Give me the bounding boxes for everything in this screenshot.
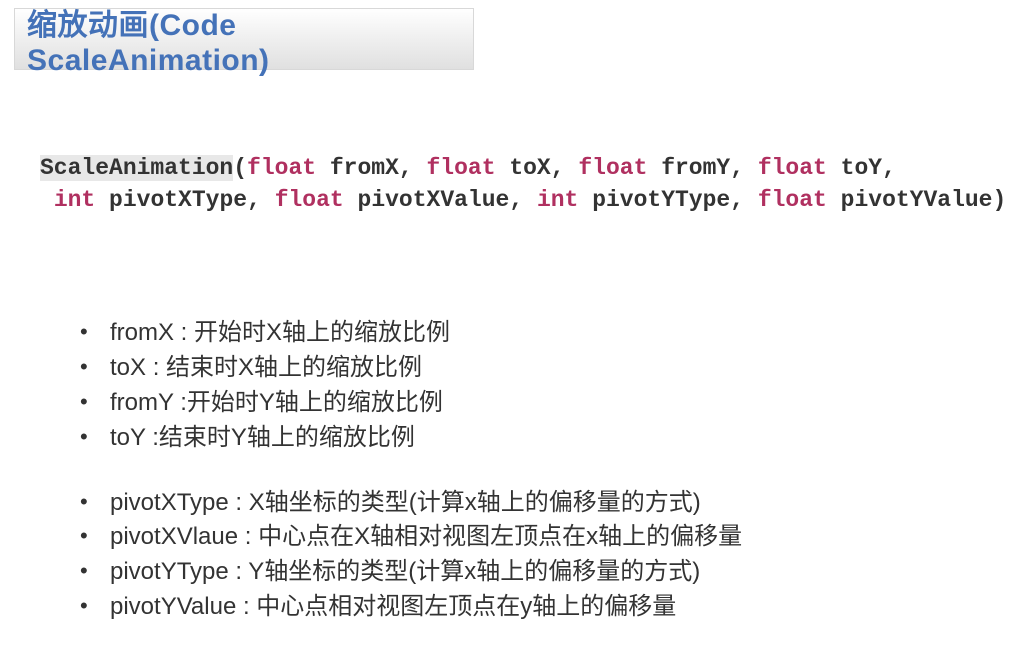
list-item: toY :结束时Y轴上的缩放比例 — [80, 421, 1022, 456]
list-item: pivotXType : X轴坐标的类型(计算x轴上的偏移量的方式) — [80, 486, 1022, 521]
list-item: pivotXVlaue : 中心点在X轴相对视图左顶点在x轴上的偏移量 — [80, 520, 1022, 555]
code-line-2: int pivotXType, float pivotXValue, int p… — [40, 184, 1022, 216]
parameter-descriptions: fromX : 开始时X轴上的缩放比例 toX : 结束时X轴上的缩放比例 fr… — [80, 316, 1022, 624]
class-name: ScaleAnimation — [40, 155, 233, 181]
page-title: 缩放动画(Code ScaleAnimation) — [27, 0, 473, 78]
list-item: toX : 结束时X轴上的缩放比例 — [80, 351, 1022, 386]
code-line-1: ScaleAnimation(float fromX, float toX, f… — [40, 152, 1022, 184]
list-item: fromY :开始时Y轴上的缩放比例 — [80, 386, 1022, 421]
list-item: fromX : 开始时X轴上的缩放比例 — [80, 316, 1022, 351]
list-item: pivotYType : Y轴坐标的类型(计算x轴上的偏移量的方式) — [80, 555, 1022, 590]
spacer — [80, 456, 1022, 486]
title-bar: 缩放动画(Code ScaleAnimation) — [14, 8, 474, 70]
code-signature: ScaleAnimation(float fromX, float toX, f… — [40, 152, 1022, 216]
list-item: pivotYValue : 中心点相对视图左顶点在y轴上的偏移量 — [80, 590, 1022, 625]
